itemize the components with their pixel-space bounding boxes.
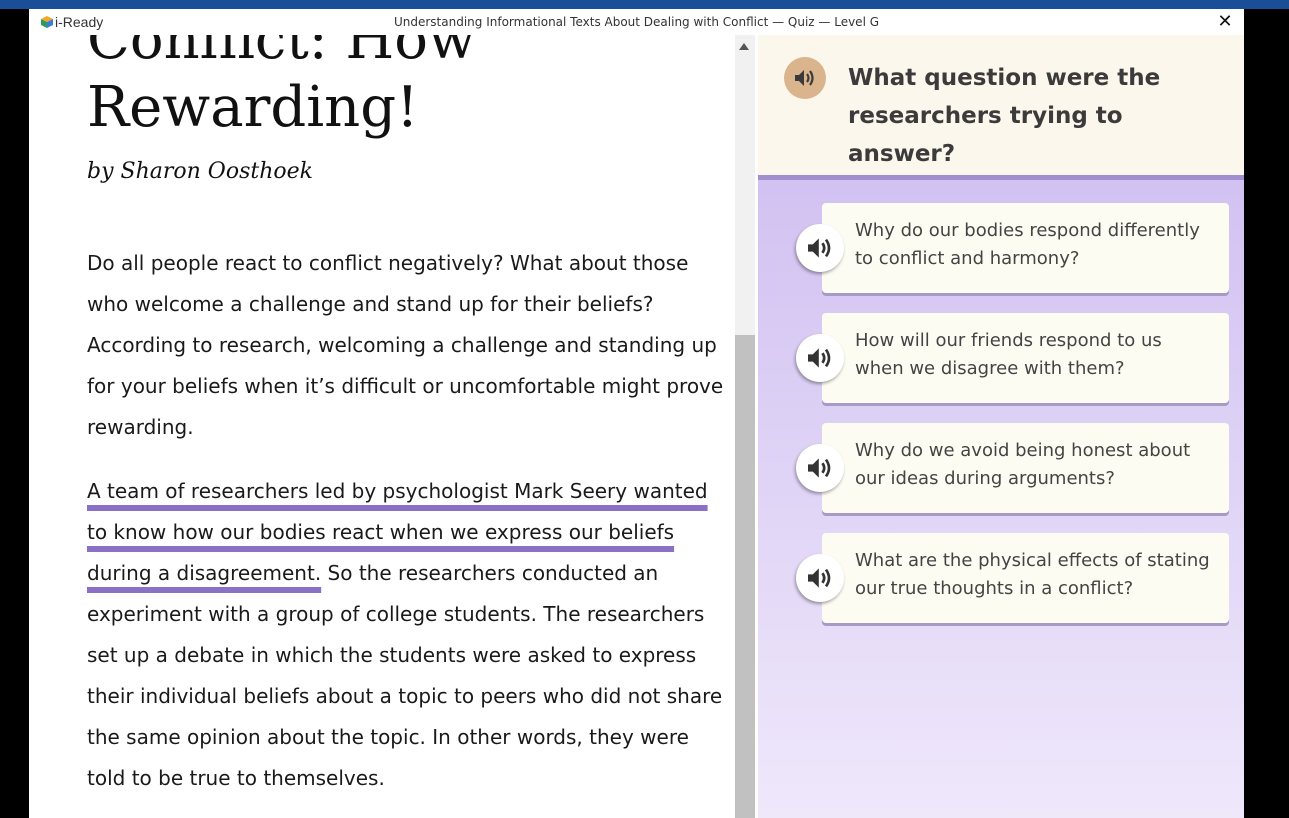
speaker-icon [808, 568, 831, 588]
answer-choice-4[interactable]: What are the physical effects of stating… [822, 533, 1229, 623]
choice-3-speaker-icon[interactable] [796, 444, 844, 492]
article-title-line-2: Rewarding! [87, 75, 419, 140]
speaker-icon [795, 70, 814, 86]
quiz-window: i-Ready Understanding Informational Text… [29, 9, 1244, 818]
answer-choice-label: What are the physical effects of stating… [855, 550, 1210, 599]
choice-2-speaker-icon[interactable] [796, 334, 844, 382]
article-paragraph-1: Do all people react to conflict negative… [87, 251, 724, 439]
question-panel: What question were the researchers tryin… [758, 35, 1244, 818]
question-header: What question were the researchers tryin… [758, 35, 1244, 180]
answer-choice-2[interactable]: How will our friends respond to us when … [822, 313, 1229, 403]
choice-4-speaker-icon[interactable] [796, 554, 844, 602]
paragraph-2-rest: So the researchers conducted an experime… [87, 561, 723, 790]
article-title-line-1: Conflict: How [87, 35, 476, 72]
answer-choice-1[interactable]: Why do our bodies respond differently to… [822, 203, 1229, 293]
answer-choice-3[interactable]: Why do we avoid being honest about our i… [822, 423, 1229, 513]
article-paragraph-2: A team of researchers led by psychologis… [87, 471, 727, 799]
close-icon[interactable]: ✕ [1214, 11, 1236, 33]
reading-scrollbar[interactable] [735, 35, 755, 818]
question-speaker-icon[interactable] [784, 57, 826, 99]
answer-choice-label: Why do we avoid being honest about our i… [855, 440, 1191, 489]
browser-top-bar [0, 0, 1289, 9]
speaker-icon [808, 348, 831, 368]
question-text: What question were the researchers tryin… [848, 65, 1161, 167]
article-byline: by Sharon Oosthoek [87, 159, 313, 184]
answer-choice-label: Why do our bodies respond differently to… [855, 220, 1200, 269]
speaker-icon [808, 458, 831, 478]
header-bar: i-Ready Understanding Informational Text… [29, 9, 1244, 35]
scroll-thumb[interactable] [735, 335, 755, 818]
quiz-title: Understanding Informational Texts About … [393, 15, 880, 29]
speaker-icon [808, 238, 831, 258]
choice-1-speaker-icon[interactable] [796, 224, 844, 272]
scroll-up-arrow-icon[interactable] [739, 43, 749, 50]
reading-pane: Conflict: How Rewarding! by Sharon Oosth… [29, 35, 735, 818]
answer-choice-label: How will our friends respond to us when … [855, 330, 1162, 379]
